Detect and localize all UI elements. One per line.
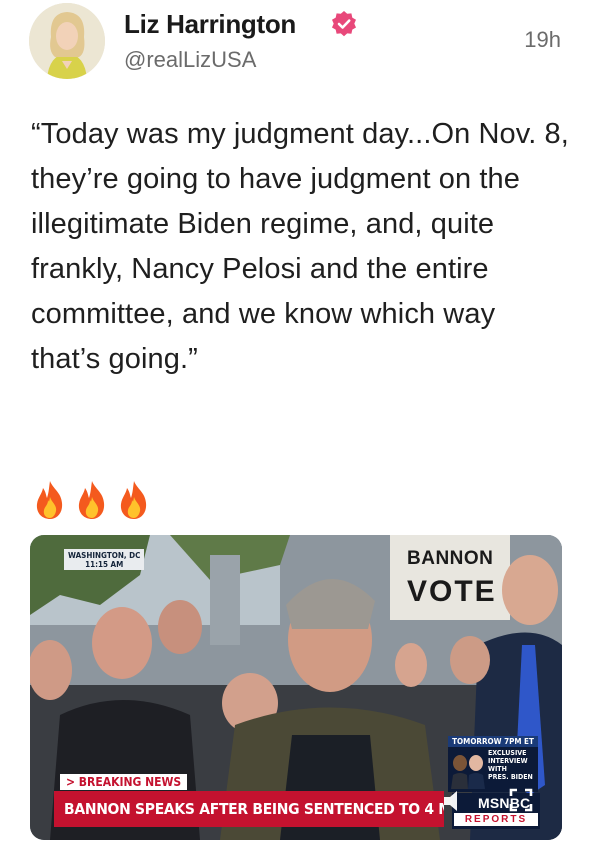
author-avatar[interactable]: [29, 3, 105, 79]
post-text: “Today was my judgment day...On Nov. 8, …: [31, 118, 569, 375]
breaking-news-label: > BREAKING NEWS: [60, 774, 188, 790]
interview-guests-icon: [451, 755, 485, 789]
emoji-row: [31, 479, 153, 521]
promo-time: TOMORROW 7PM ET: [448, 736, 538, 747]
author-display-name[interactable]: Liz Harrington: [124, 9, 296, 40]
chyron-headline: BANNON SPEAKS AFTER BEING SENTENCED TO 4…: [54, 791, 444, 827]
fire-emoji-icon: [120, 481, 147, 519]
protest-sign-text: VOTE: [407, 575, 497, 608]
author-handle[interactable]: @realLizUSA: [124, 47, 256, 73]
time-label: 11:15 AM: [85, 560, 124, 569]
verified-badge-icon: [332, 11, 356, 37]
promo-line: INTERVIEW WITH: [488, 757, 528, 773]
interview-promo: TOMORROW 7PM ET EXCLUSIVE INTERVIEW WITH…: [448, 736, 538, 792]
promo-line: PRES. BIDEN: [488, 773, 533, 781]
post-timestamp[interactable]: 19h: [524, 27, 561, 53]
profile-photo-icon: [29, 3, 105, 79]
fire-emoji-icon: [78, 481, 105, 519]
video-player[interactable]: WASHINGTON, DC 11:15 AM BANNON VOTE TOMO…: [30, 535, 562, 840]
protest-sign-text: BANNON: [407, 548, 494, 569]
sound-icon[interactable]: [441, 787, 469, 815]
location-label: WASHINGTON, DC: [68, 551, 141, 560]
promo-line: EXCLUSIVE: [488, 749, 527, 757]
fire-emoji-icon: [36, 481, 63, 519]
location-time-bug: WASHINGTON, DC 11:15 AM: [64, 549, 145, 570]
fullscreen-icon[interactable]: [508, 787, 534, 813]
